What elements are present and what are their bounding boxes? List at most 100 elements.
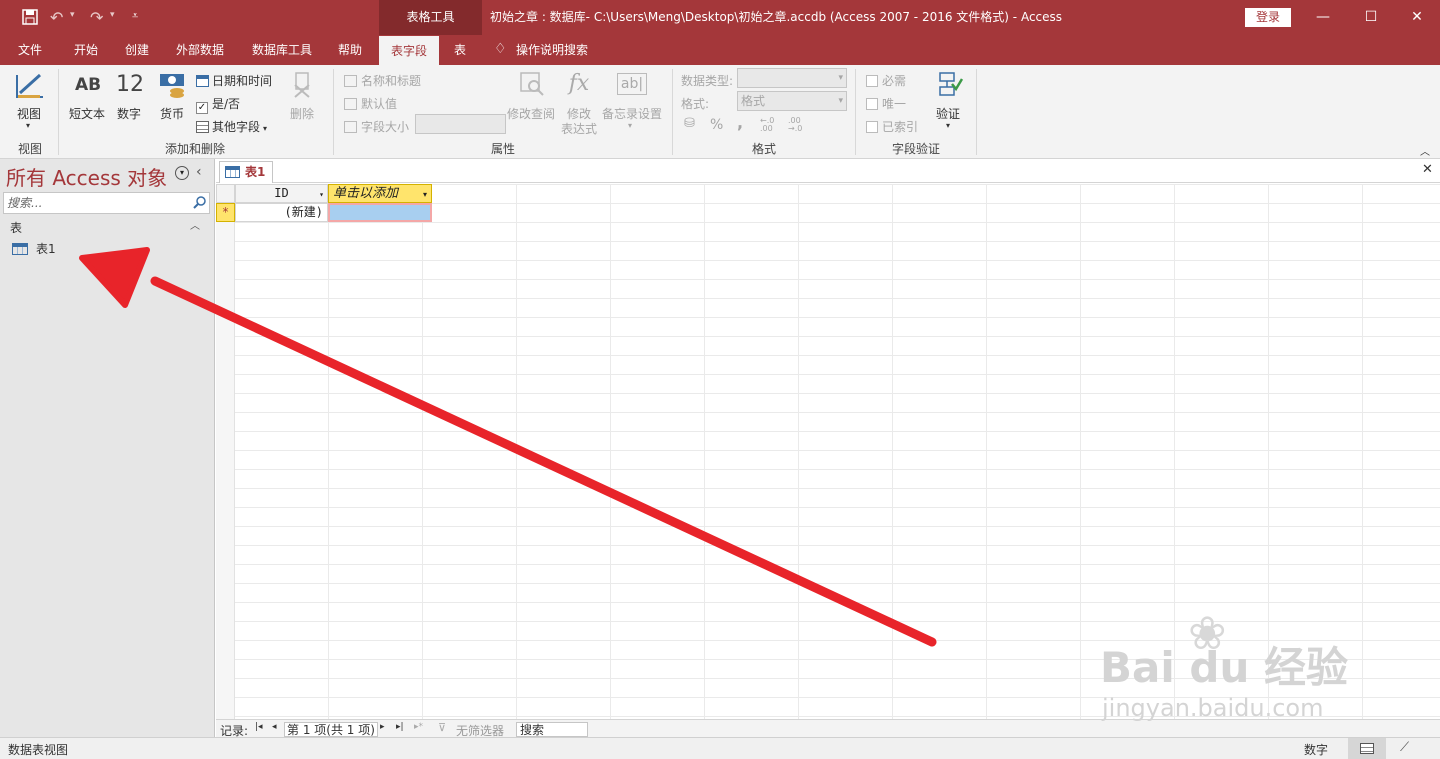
datetime-label: 日期和时间 [212,74,273,88]
modify-lookup-label: 修改查阅 [507,107,556,121]
undo-dropdown-icon[interactable]: ▾ [70,10,75,20]
column-header-id[interactable]: ID ▾ [235,184,328,203]
number-button[interactable]: 12 数字 [112,71,148,131]
nav-search-input[interactable]: 搜索... [3,192,193,214]
checkbox-icon [866,98,878,110]
name-caption-button[interactable]: 名称和标题 [344,72,421,89]
column-header-click-to-add[interactable]: 单击以添加 ▾ [328,184,432,203]
delete-field-icon [288,71,316,99]
chevron-down-icon[interactable]: ▾ [319,186,324,203]
column-header-label: ID [274,186,289,200]
modify-lookup-button[interactable]: 修改查阅 [506,71,558,131]
design-view-icon[interactable]: ⟋ [1400,740,1409,755]
default-value-icon [344,98,357,110]
validation-button[interactable]: 验证 ▾ [930,69,968,135]
table-cell-id-new[interactable]: (新建) [235,203,328,222]
memo-settings-button[interactable]: ab| 备忘录设置 ▾ [600,71,664,137]
format-label: 格式: [681,97,710,111]
close-document-icon[interactable]: ✕ [1422,162,1433,177]
undo-icon[interactable]: ↶ [50,8,63,27]
collapse-pane-icon[interactable]: ‹ [196,164,202,180]
checkbox-icon [866,121,878,133]
fx-icon: fx [568,71,590,96]
previous-record-icon[interactable]: ◂ [272,722,277,732]
collapse-ribbon-icon[interactable]: ︿ [1420,143,1430,158]
decrease-decimals-button[interactable]: .00 →.0 [788,117,816,133]
datasheet-grid[interactable] [216,184,1440,719]
record-search-input[interactable]: 搜索 [516,722,588,737]
modify-expression-button[interactable]: fx 修改 表达式 [560,71,598,137]
number-label: 数字 [117,107,142,121]
save-icon[interactable] [22,9,38,25]
current-record-input[interactable]: 第 1 项(共 1 项) [284,722,378,737]
indexed-label: 已索引 [882,120,919,134]
memo-settings-label: 备忘录设置 [602,107,663,121]
comma-button[interactable]: , [737,113,743,132]
redo-dropdown-icon[interactable]: ▾ [110,10,115,20]
next-record-icon[interactable]: ▸ [380,722,385,732]
table-icon [225,166,240,178]
tab-table[interactable]: 表 [444,35,476,65]
nav-item-table1[interactable]: 表1 [12,240,56,257]
delete-button[interactable]: 删除 [284,71,320,131]
yesno-button[interactable]: ✓ 是/否 [196,95,240,114]
new-record-marker[interactable]: * [216,203,235,222]
default-value-button[interactable]: 默认值 [344,95,397,112]
field-size-input[interactable] [415,114,506,134]
short-text-button[interactable]: AB 短文本 [66,71,110,131]
record-navigation-bar: 记录: |◂ ◂ 第 1 项(共 1 项) ▸ ▸| ▸* ⊽ 无筛选器 搜索 [216,719,1440,738]
field-size-label: 字段大小 [361,120,410,134]
tab-help[interactable]: 帮助 [328,35,372,65]
chevron-down-icon: ▾ [26,121,31,130]
close-icon[interactable]: ✕ [1393,0,1440,35]
minimize-icon[interactable]: — [1299,0,1347,35]
search-icon[interactable] [192,192,210,214]
indexed-checkbox[interactable]: 已索引 [866,118,918,135]
select-all-button[interactable] [216,184,235,203]
ribbon: 视图 ▾ 视图 AB 短文本 12 数字 货币 日期和时间 ✓ 是/否 其他字段 ▾ [0,65,1440,159]
nav-item-label: 表1 [36,242,56,256]
datasheet-view-icon[interactable] [1348,738,1386,759]
document-tab-table1[interactable]: 表1 [219,161,273,183]
unique-checkbox[interactable]: 唯一 [866,95,906,112]
view-button[interactable]: 视图 ▾ [10,69,50,133]
chevron-down-icon: ▾ [628,121,633,130]
first-record-icon[interactable]: |◂ [255,722,263,732]
format-currency-icon[interactable]: ⛁ [684,116,695,131]
checkbox-icon [866,75,878,87]
more-fields-button[interactable]: 其他字段 ▾ [196,118,267,135]
nav-section-tables[interactable]: 表 [10,219,22,236]
tab-file[interactable]: 文件 [8,35,52,65]
number-icon: 12 [116,72,144,97]
tell-me-search[interactable]: 操作说明搜索 [516,35,598,65]
datetime-button[interactable]: 日期和时间 [196,72,272,89]
last-record-icon[interactable]: ▸| [396,722,404,732]
redo-icon[interactable]: ↷ [90,8,103,27]
increase-decimals-button[interactable]: ←.0 .00 [760,117,788,133]
currency-button[interactable]: 货币 [152,71,192,131]
login-button[interactable]: 登录 [1245,8,1291,27]
collapse-section-icon[interactable]: ︿ [190,217,200,232]
table-cell-selected[interactable] [328,203,432,222]
tab-home[interactable]: 开始 [62,35,110,65]
short-text-icon: AB [74,75,102,95]
nav-menu-dropdown-icon[interactable]: ▾ [175,166,189,180]
nav-pane-title[interactable]: 所有 Access 对象 [6,162,167,191]
tab-create[interactable]: 创建 [114,35,160,65]
tab-database-tools[interactable]: 数据库工具 [244,35,320,65]
default-value-label: 默认值 [361,97,398,111]
percent-button[interactable]: % [710,117,723,133]
tab-external-data[interactable]: 外部数据 [168,35,232,65]
currency-icon [157,71,187,99]
data-type-select[interactable]: ▾ [737,68,847,88]
new-record-icon[interactable]: ▸* [414,722,423,732]
tab-table-fields[interactable]: 表字段 [379,36,439,65]
maximize-icon[interactable]: ☐ [1347,0,1395,35]
customize-qat-icon[interactable]: ⩡ [132,9,138,23]
required-checkbox[interactable]: 必需 [866,72,906,89]
chevron-down-icon: ▾ [263,124,268,133]
currency-label: 货币 [160,107,185,121]
format-select[interactable]: 格式 ▾ [737,91,847,111]
chevron-down-icon: ▾ [946,121,951,130]
chevron-down-icon[interactable]: ▾ [423,186,427,203]
